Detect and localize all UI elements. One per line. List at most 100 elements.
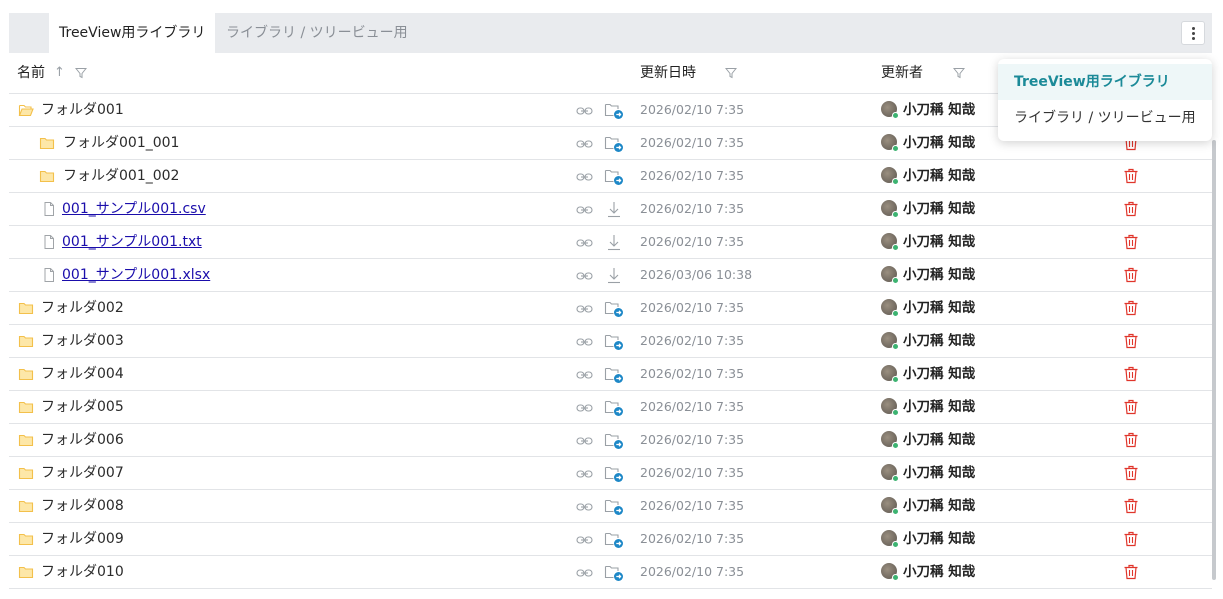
folder-icon — [39, 135, 55, 151]
folder-name[interactable]: フォルダ001_001 — [63, 127, 179, 159]
copy-link-icon[interactable] — [576, 499, 593, 513]
tab-treeview-library[interactable]: TreeView用ライブラリ — [49, 13, 216, 53]
folder-name[interactable]: フォルダ007 — [41, 457, 124, 489]
folder-name[interactable]: フォルダ001_002 — [63, 160, 179, 192]
table-row[interactable]: フォルダ008 2026/02/10 7:35 小刀稱 知哉 — [9, 490, 1212, 523]
copy-link-icon[interactable] — [576, 565, 593, 579]
folder-open-icon — [18, 102, 34, 118]
delete-icon[interactable] — [1122, 398, 1140, 416]
table-row[interactable]: フォルダ009 2026/02/10 7:35 小刀稱 知哉 — [9, 523, 1212, 556]
copy-link-icon[interactable] — [576, 169, 593, 183]
delete-icon[interactable] — [1122, 530, 1140, 548]
modified-date: 2026/02/10 7:35 — [640, 366, 745, 381]
copy-link-icon[interactable] — [576, 136, 593, 150]
folder-name[interactable]: フォルダ010 — [41, 556, 124, 588]
download-icon[interactable] — [604, 199, 624, 219]
move-folder-icon[interactable] — [604, 166, 624, 186]
vertical-scrollbar[interactable] — [1212, 140, 1216, 580]
more-options-button[interactable] — [1181, 21, 1205, 45]
dropdown-item-library-treeview[interactable]: ライブラリ / ツリービュー用 — [998, 100, 1212, 136]
move-folder-icon[interactable] — [604, 529, 624, 549]
filter-modified-icon[interactable] — [725, 67, 737, 79]
avatar — [881, 332, 899, 350]
delete-icon[interactable] — [1122, 200, 1140, 218]
delete-icon[interactable] — [1122, 266, 1140, 284]
online-status-icon — [892, 574, 899, 581]
download-icon[interactable] — [604, 265, 624, 285]
delete-icon[interactable] — [1122, 431, 1140, 449]
online-status-icon — [892, 244, 899, 251]
table-row[interactable]: 001_サンプル001.xlsx 2026/03/06 10:38 小刀稱 知哉 — [9, 259, 1212, 292]
modified-date: 2026/03/06 10:38 — [640, 267, 753, 282]
filter-name-icon[interactable] — [75, 67, 87, 79]
copy-link-icon[interactable] — [576, 400, 593, 414]
filter-modified-by-icon[interactable] — [953, 67, 965, 79]
file-name-link[interactable]: 001_サンプル001.txt — [62, 226, 202, 258]
modified-date: 2026/02/10 7:35 — [640, 102, 745, 117]
copy-link-icon[interactable] — [576, 466, 593, 480]
folder-icon — [18, 333, 34, 349]
folder-name[interactable]: フォルダ003 — [41, 325, 124, 357]
copy-link-icon[interactable] — [576, 235, 593, 249]
tab-library-treeview[interactable]: ライブラリ / ツリービュー用 — [216, 13, 418, 53]
copy-link-icon[interactable] — [576, 301, 593, 315]
folder-name[interactable]: フォルダ004 — [41, 358, 124, 390]
online-status-icon — [892, 277, 899, 284]
library-dropdown-menu: TreeView用ライブラリ ライブラリ / ツリービュー用 — [998, 59, 1212, 141]
library-tab-bar: TreeView用ライブラリ ライブラリ / ツリービュー用 — [9, 13, 1212, 53]
copy-link-icon[interactable] — [576, 103, 593, 117]
download-icon[interactable] — [604, 232, 624, 252]
copy-link-icon[interactable] — [576, 202, 593, 216]
delete-icon[interactable] — [1122, 563, 1140, 581]
modified-by-user: 小刀稱 知哉 — [903, 300, 976, 316]
table-row[interactable]: フォルダ003 2026/02/10 7:35 小刀稱 知哉 — [9, 325, 1212, 358]
table-row[interactable]: フォルダ002 2026/02/10 7:35 小刀稱 知哉 — [9, 292, 1212, 325]
copy-link-icon[interactable] — [576, 367, 593, 381]
table-row[interactable]: フォルダ010 2026/02/10 7:35 小刀稱 知哉 — [9, 556, 1212, 589]
copy-link-icon[interactable] — [576, 433, 593, 447]
move-folder-icon[interactable] — [604, 463, 624, 483]
move-folder-icon[interactable] — [604, 100, 624, 120]
table-row[interactable]: フォルダ004 2026/02/10 7:35 小刀稱 知哉 — [9, 358, 1212, 391]
delete-icon[interactable] — [1122, 332, 1140, 350]
delete-icon[interactable] — [1122, 233, 1140, 251]
copy-link-icon[interactable] — [576, 334, 593, 348]
folder-name[interactable]: フォルダ008 — [41, 490, 124, 522]
table-row[interactable]: フォルダ006 2026/02/10 7:35 小刀稱 知哉 — [9, 424, 1212, 457]
delete-icon[interactable] — [1122, 497, 1140, 515]
delete-icon[interactable] — [1122, 167, 1140, 185]
delete-icon[interactable] — [1122, 464, 1140, 482]
delete-icon[interactable] — [1122, 299, 1140, 317]
dropdown-item-treeview-library[interactable]: TreeView用ライブラリ — [998, 64, 1212, 100]
column-header-name[interactable]: 名前 — [17, 53, 45, 93]
column-header-modified[interactable]: 更新日時 — [640, 53, 696, 93]
file-name-link[interactable]: 001_サンプル001.csv — [62, 193, 206, 225]
copy-link-icon[interactable] — [576, 532, 593, 546]
folder-name[interactable]: フォルダ001 — [41, 94, 124, 126]
file-name-link[interactable]: 001_サンプル001.xlsx — [62, 259, 210, 291]
move-folder-icon[interactable] — [604, 496, 624, 516]
table-row[interactable]: フォルダ007 2026/02/10 7:35 小刀稱 知哉 — [9, 457, 1212, 490]
move-folder-icon[interactable] — [604, 397, 624, 417]
modified-by-user: 小刀稱 知哉 — [903, 168, 976, 184]
column-header-modified-by[interactable]: 更新者 — [881, 53, 923, 93]
delete-icon[interactable] — [1122, 365, 1140, 383]
move-folder-icon[interactable] — [604, 133, 624, 153]
table-row[interactable]: フォルダ001_002 2026/02/10 7:35 小刀稱 知哉 — [9, 160, 1212, 193]
folder-name[interactable]: フォルダ009 — [41, 523, 124, 555]
folder-name[interactable]: フォルダ006 — [41, 424, 124, 456]
move-folder-icon[interactable] — [604, 364, 624, 384]
sort-ascending-icon[interactable]: ↑ — [54, 65, 65, 80]
table-row[interactable]: 001_サンプル001.txt 2026/02/10 7:35 小刀稱 知哉 — [9, 226, 1212, 259]
file-icon — [41, 267, 57, 283]
move-folder-icon[interactable] — [604, 331, 624, 351]
move-folder-icon[interactable] — [604, 298, 624, 318]
online-status-icon — [892, 442, 899, 449]
table-row[interactable]: 001_サンプル001.csv 2026/02/10 7:35 小刀稱 知哉 — [9, 193, 1212, 226]
folder-name[interactable]: フォルダ002 — [41, 292, 124, 324]
copy-link-icon[interactable] — [576, 268, 593, 282]
folder-name[interactable]: フォルダ005 — [41, 391, 124, 423]
table-row[interactable]: フォルダ005 2026/02/10 7:35 小刀稱 知哉 — [9, 391, 1212, 424]
move-folder-icon[interactable] — [604, 430, 624, 450]
move-folder-icon[interactable] — [604, 562, 624, 582]
